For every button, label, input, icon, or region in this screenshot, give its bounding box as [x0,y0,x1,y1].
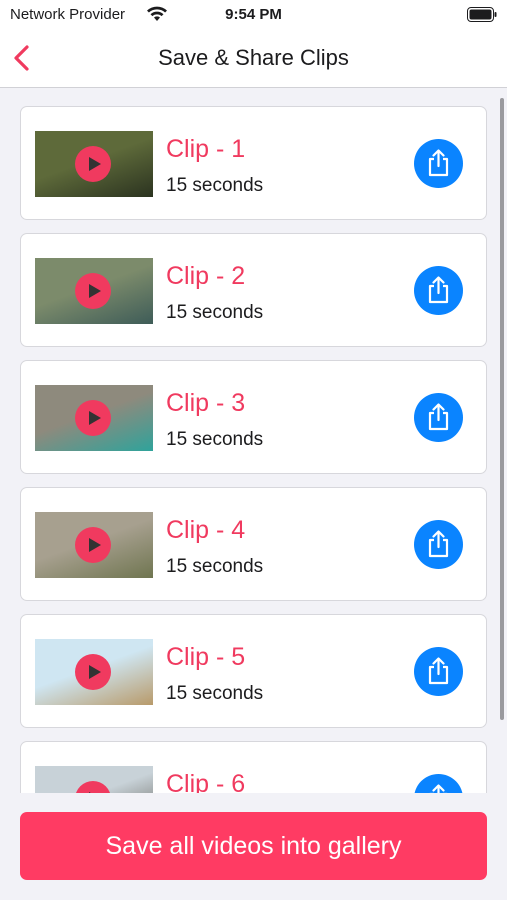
clip-thumbnail[interactable] [35,131,153,197]
clip-thumbnail[interactable] [35,639,153,705]
clip-title: Clip - 3 [166,389,246,417]
clip-card[interactable]: Clip - 1 15 seconds [20,106,487,220]
play-icon[interactable] [75,781,111,793]
play-icon[interactable] [75,400,111,436]
share-icon [428,530,449,558]
share-icon [429,784,448,793]
share-button[interactable] [414,774,463,793]
share-icon [428,657,449,685]
status-bar: Network Provider 9:54 PM [0,0,507,30]
footer: Save all videos into gallery [0,793,507,900]
clip-duration: 15 seconds [166,175,264,196]
clip-title: Clip - 5 [166,643,246,671]
clip-duration: 15 seconds [166,683,264,704]
clip-thumbnail[interactable] [35,385,153,451]
share-button[interactable] [414,393,463,442]
clip-title: Clip - 2 [166,262,246,290]
clip-card[interactable]: Clip - 4 15 seconds [20,487,487,601]
clip-duration: 15 seconds [166,302,264,323]
play-icon[interactable] [75,146,111,182]
play-icon[interactable] [75,654,111,690]
navigation-bar: Save & Share Clips [0,30,507,88]
clip-card[interactable]: Clip - 2 15 seconds [20,233,487,347]
clip-title: Clip - 4 [166,516,246,544]
scroll-indicator[interactable] [500,98,504,720]
clip-duration: 15 seconds [166,429,264,450]
page-title: Save & Share Clips [158,45,349,70]
share-button[interactable] [414,266,463,315]
clip-list-scroll[interactable]: Clip - 1 15 seconds Clip - 2 15 seconds [0,88,507,793]
share-icon [428,149,449,177]
clip-duration: 15 seconds [166,556,264,577]
clip-title: Clip - 6 [166,770,246,793]
share-button[interactable] [414,520,463,569]
clip-thumbnail[interactable] [35,258,153,324]
clip-thumbnail[interactable] [35,512,153,578]
clip-card[interactable]: Clip - 3 15 seconds [20,360,487,474]
clip-card[interactable]: Clip - 6 15 seconds [20,741,487,793]
share-button[interactable] [414,647,463,696]
clip-list: Clip - 1 15 seconds Clip - 2 15 seconds [20,106,487,793]
clip-title: Clip - 1 [166,135,246,163]
share-icon [428,403,449,431]
play-icon[interactable] [75,273,111,309]
share-icon [428,276,449,304]
battery-icon [467,7,497,22]
play-icon[interactable] [75,527,111,563]
share-button[interactable] [414,139,463,188]
clock-label: 9:54 PM [225,6,282,23]
clip-card[interactable]: Clip - 5 15 seconds [20,614,487,728]
clip-thumbnail[interactable] [35,766,153,793]
save-all-button[interactable]: Save all videos into gallery [20,812,487,880]
